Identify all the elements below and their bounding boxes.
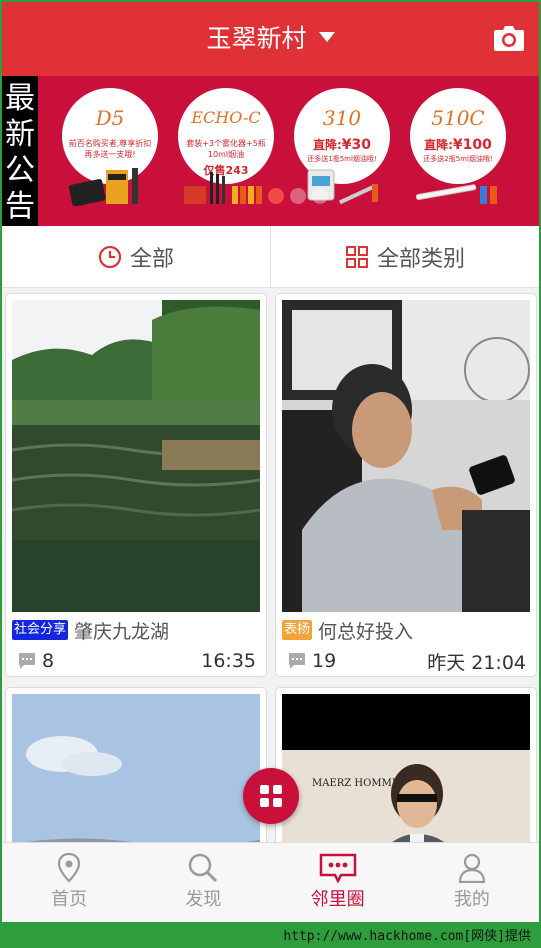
clock-icon [98,245,122,269]
category-menu-fab[interactable] [243,768,299,824]
post-title: 肇庆九龙湖 [74,620,170,643]
pagination-dot[interactable] [312,188,328,204]
promo-text: 还多送1瓶5ml烟油哦! [307,155,377,163]
post-title: 何总好投入 [318,620,414,643]
post-meta: 8 16:35 [18,648,256,674]
comment-icon [19,653,35,669]
lake-photo [12,300,260,612]
nav-label: 邻里圈 [310,889,365,910]
bottom-nav: 首页 发现 邻里圈 我的 [2,842,539,922]
promo-price-line: 直降:¥30 [312,137,372,153]
pagination-dot[interactable] [290,188,306,204]
post-tagline: 社会分享 肇庆九龙湖 [12,618,170,643]
location-pin-icon [58,853,81,883]
e-cigarette-kit-image [184,172,262,204]
promo-510c[interactable]: 510C 直降:¥100 还多送2瓶5ml烟油哦! [410,88,506,206]
comment-count: 19 [312,650,337,672]
post-category-tag: 社会分享 [12,620,69,640]
banner-pagination [268,188,358,206]
category-filter-button[interactable]: 全部类别 [271,226,539,288]
man-with-phone-photo [282,300,530,612]
promo-text: 前百名购买者,尊享折扣再多送一支哦! [68,139,152,159]
e-cigarette-product-image [415,184,497,204]
post-tagline: 表扬 何总好投入 [282,618,414,643]
grid-menu-icon [260,785,282,807]
pagination-dot-active[interactable] [268,188,284,204]
promo-echo-c[interactable]: ECHO-C 套装+3个雾化器+5瓶10ml烟油 仅售243 [178,88,274,206]
filter-bar: 全部 全部类别 [2,226,539,288]
promo-title: D5 [95,106,125,130]
nav-label: 首页 [51,889,88,910]
post-time: 昨天 21:04 [427,651,526,674]
category-filter-label: 全部类别 [376,247,465,272]
post-category-tag: 表扬 [282,620,313,640]
nav-label: 发现 [185,889,222,910]
nav-item-mine[interactable]: 我的 [405,843,539,922]
nav-item-home[interactable]: 首页 [2,843,136,922]
community-selector[interactable]: 玉翠新村 [2,21,539,57]
comment-icon [289,653,305,669]
caret-down-icon [318,32,335,42]
person-icon [458,853,485,883]
promo-banner[interactable]: 最 新 公 告 D5 前百名购买者,尊享折扣再多送一支哦! ECHO-C 套装+… [2,76,539,226]
latest-notice-label: 最 新 公 告 [2,76,38,226]
promo-d5[interactable]: D5 前百名购买者,尊享折扣再多送一支哦! [62,88,158,206]
nav-item-neighborhood[interactable]: 邻里圈 [271,843,405,922]
post-card[interactable]: 社会分享 肇庆九龙湖 8 16:35 [5,293,267,677]
promo-price-line: 直降:¥100 [424,137,492,153]
promo-title: 510C [431,106,485,130]
chat-bubble-icon [319,853,356,883]
promo-title: ECHO-C [191,108,261,127]
camera-icon[interactable] [493,24,525,52]
post-time: 16:35 [201,650,256,672]
brand-logo-text: MAERZ HOMME [312,778,399,789]
watermark-text: http://www.hackhome.com[网侠]提供 [283,929,531,944]
time-filter-label: 全部 [129,247,174,272]
promo-title: 310 [322,106,362,130]
e-cigarette-product-image [68,168,138,206]
community-title: 玉翠新村 [206,24,307,53]
app-screen: 玉翠新村 最 新 公 告 D5 前百名购买者,尊享折扣再多送一支哦! ECHO-… [2,2,539,922]
comment-count: 8 [42,650,55,672]
promo-text: 套装+3个雾化器+5瓶10ml烟油 [186,139,266,159]
time-filter-button[interactable]: 全部 [2,226,270,288]
promo-text: 还多送2瓶5ml烟油哦! [423,155,493,163]
grid-icon [345,246,368,268]
top-header: 玉翠新村 [2,2,539,76]
post-meta: 19 昨天 21:04 [288,648,526,674]
nav-item-discover[interactable]: 发现 [136,843,270,922]
search-icon [189,853,218,883]
nav-label: 我的 [453,889,490,910]
post-card[interactable]: 表扬 何总好投入 19 昨天 21:04 [275,293,537,677]
